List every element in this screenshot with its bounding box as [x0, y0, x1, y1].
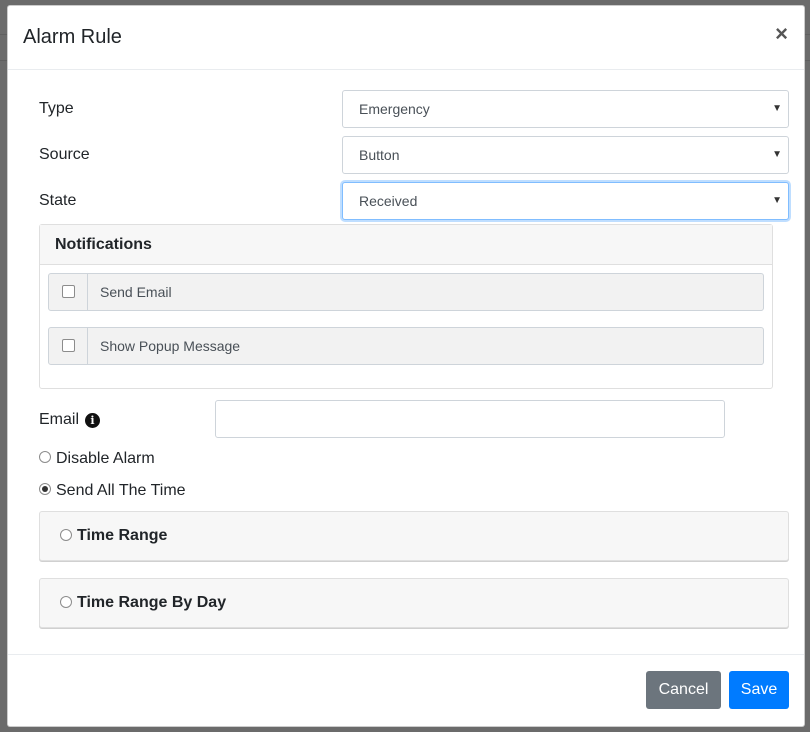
caret-down-icon: ▼	[772, 103, 782, 114]
time-range-by-day-panel[interactable]: Time Range By Day	[39, 578, 789, 628]
close-icon[interactable]: ×	[775, 23, 788, 45]
show-popup-option: Show Popup Message	[48, 327, 764, 365]
disable-alarm-label: Disable Alarm	[56, 450, 155, 467]
notifications-title: Notifications	[40, 225, 772, 265]
caret-down-icon: ▼	[772, 149, 782, 160]
source-select[interactable]: Button ▼	[342, 136, 789, 174]
source-label: Source	[39, 146, 90, 163]
time-range-label: Time Range	[77, 527, 168, 544]
checkbox-cell	[49, 274, 88, 310]
time-range-radio[interactable]	[60, 529, 72, 541]
cancel-button[interactable]: Cancel	[646, 671, 721, 709]
checkbox-cell	[49, 328, 88, 364]
state-label: State	[39, 192, 77, 209]
type-select-value: Emergency	[359, 101, 430, 117]
send-all-the-time-label: Send All The Time	[56, 482, 186, 499]
time-range-by-day-label: Time Range By Day	[77, 594, 227, 611]
save-button[interactable]: Save	[729, 671, 789, 709]
state-select-value: Received	[359, 193, 418, 209]
email-label: Email	[39, 411, 80, 428]
show-popup-label: Show Popup Message	[100, 338, 241, 354]
dialog-title: Alarm Rule	[23, 26, 122, 48]
time-range-panel[interactable]: Time Range	[39, 511, 789, 561]
dialog-footer: Cancel Save	[8, 654, 804, 726]
info-icon[interactable]: i	[85, 413, 100, 428]
send-email-label: Send Email	[100, 284, 172, 300]
show-popup-checkbox[interactable]	[62, 339, 75, 352]
send-email-checkbox[interactable]	[62, 285, 75, 298]
state-select[interactable]: Received ▼	[342, 182, 789, 220]
send-all-the-time-radio[interactable]	[39, 483, 51, 495]
alarm-rule-dialog: Alarm Rule × Type Emergency ▼ Source But…	[7, 5, 805, 727]
send-email-option: Send Email	[48, 273, 764, 311]
type-label: Type	[39, 100, 74, 117]
type-select[interactable]: Emergency ▼	[342, 90, 789, 128]
time-range-by-day-radio[interactable]	[60, 596, 72, 608]
source-select-value: Button	[359, 147, 400, 163]
dialog-header: Alarm Rule ×	[8, 6, 804, 70]
email-input[interactable]	[215, 400, 725, 438]
notifications-card: Notifications Send Email Show Popup Mess…	[39, 224, 773, 389]
disable-alarm-radio[interactable]	[39, 451, 51, 463]
caret-down-icon: ▼	[772, 195, 782, 206]
